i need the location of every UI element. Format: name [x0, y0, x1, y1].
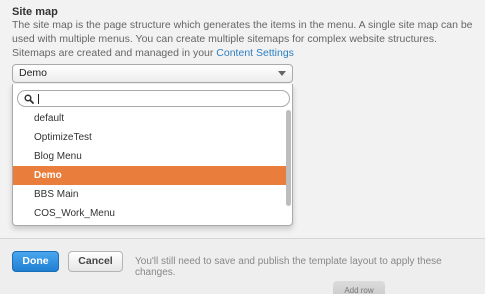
dropdown-option[interactable]: Blog Menu — [13, 147, 288, 166]
dropdown-option-selected[interactable]: Demo — [13, 166, 288, 185]
add-row-button[interactable]: Add row — [333, 281, 385, 294]
select-value: Demo — [19, 67, 48, 79]
dropdown-search-box[interactable] — [17, 90, 290, 107]
footer-note: You'll still need to save and publish th… — [135, 256, 442, 278]
dropdown-option[interactable]: OptimizeTest — [13, 128, 288, 147]
section-title: Site map — [12, 6, 58, 18]
dropdown-option[interactable]: BBS Main — [13, 185, 288, 204]
site-map-panel: Site map The site map is the page struct… — [0, 0, 485, 294]
chevron-down-icon[interactable] — [278, 71, 286, 76]
dropdown-option[interactable]: COS_Work_Menu — [13, 204, 288, 223]
site-map-dropdown: default OptimizeTest Blog Menu Demo BBS … — [12, 84, 293, 226]
section-description: The site map is the page structure which… — [12, 18, 474, 60]
dropdown-options-list: default OptimizeTest Blog Menu Demo BBS … — [13, 109, 288, 225]
dropdown-search-input[interactable] — [38, 92, 278, 105]
cancel-button[interactable]: Cancel — [68, 251, 123, 272]
dropdown-scrollbar[interactable] — [286, 110, 291, 206]
site-map-select[interactable]: Demo — [12, 64, 293, 83]
content-settings-link[interactable]: Content Settings — [216, 47, 294, 59]
dropdown-option[interactable]: default — [13, 109, 288, 128]
done-button[interactable]: Done — [12, 251, 59, 272]
search-icon — [24, 94, 34, 104]
